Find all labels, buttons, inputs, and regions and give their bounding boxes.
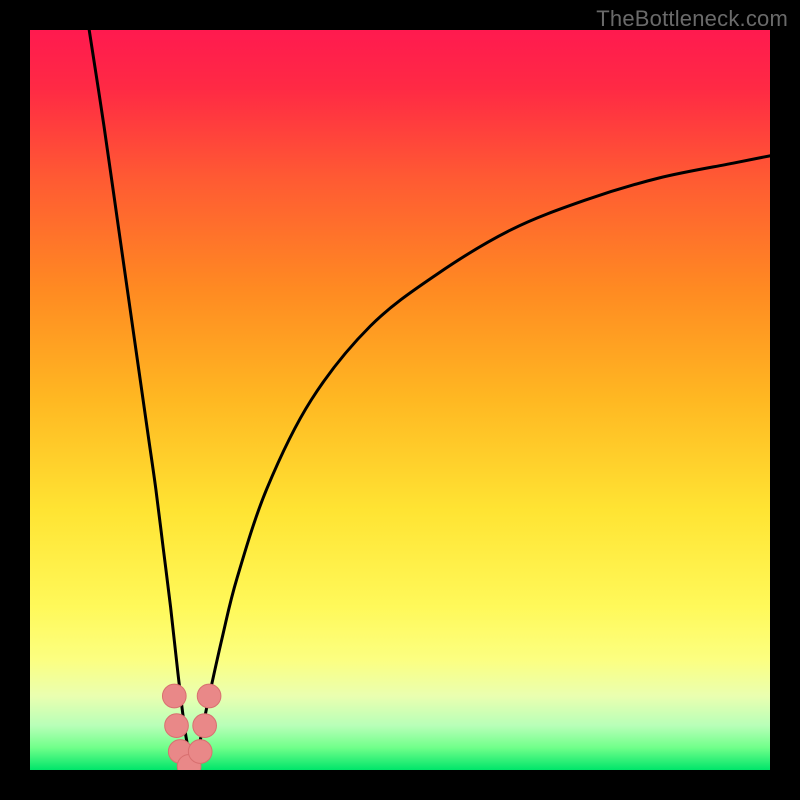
data-marker [165, 714, 189, 738]
plot-area [30, 30, 770, 770]
data-marker [197, 684, 221, 708]
watermark-text: TheBottleneck.com [596, 6, 788, 32]
gradient-background [30, 30, 770, 770]
frame: TheBottleneck.com [0, 0, 800, 800]
data-marker [188, 740, 212, 764]
data-marker [193, 714, 217, 738]
data-marker [162, 684, 186, 708]
bottleneck-chart [30, 30, 770, 770]
